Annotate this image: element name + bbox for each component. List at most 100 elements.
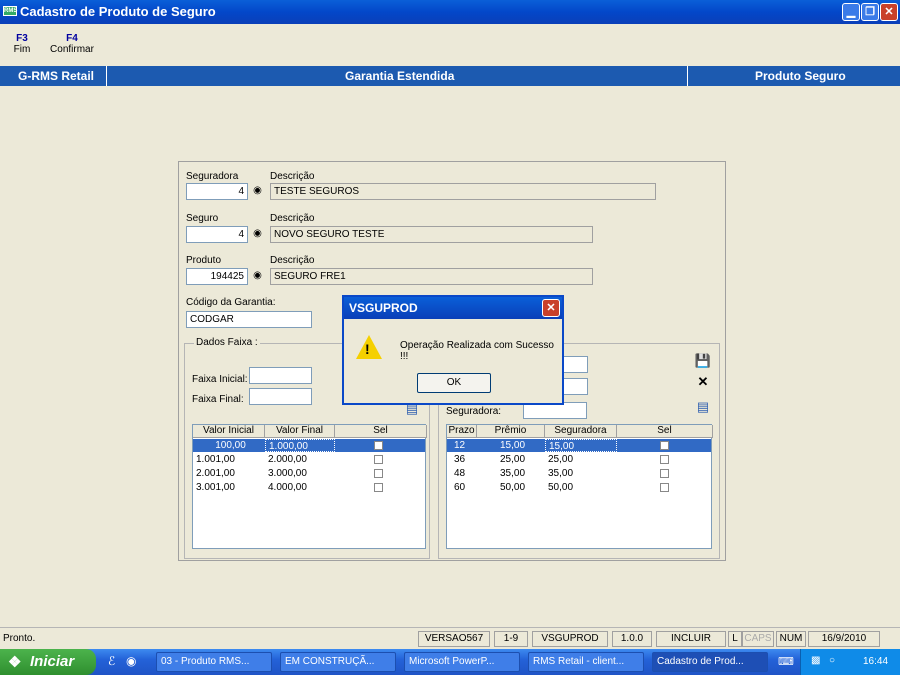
keyboard-icon[interactable]: ⌨ [778, 655, 794, 668]
premio-cell: 35,00 [500, 468, 526, 479]
close-button[interactable]: ✕ [880, 3, 898, 21]
ie-icon[interactable]: ℰ [108, 654, 115, 668]
seguro-label: Seguro [186, 213, 219, 224]
sel-checkbox[interactable] [374, 455, 383, 464]
table-row[interactable]: 12 15,00 15,00 [447, 439, 711, 452]
column-header[interactable]: Seguradora [545, 425, 617, 438]
column-header[interactable]: Sel [335, 425, 427, 438]
tray-antivirus-icon[interactable]: ○ [829, 655, 835, 666]
sel-checkbox[interactable] [374, 469, 383, 478]
ok-button[interactable]: OK [417, 373, 491, 393]
produto-input[interactable]: 194425 [186, 268, 248, 285]
dialog-message: Operação Realizada com Sucesso !!! [400, 340, 554, 362]
sel-checkbox[interactable] [374, 483, 383, 492]
codigo-garantia-label: Código da Garantia: [186, 297, 276, 308]
title-bar: RMS Cadastro de Produto de Seguro ▁ ❐ ✕ [0, 0, 900, 24]
sel-checkbox[interactable] [660, 455, 669, 464]
status-program: VSGUPROD [532, 631, 608, 647]
new-document-icon[interactable]: ▤ [694, 398, 712, 416]
faixa-grid: Valor Inicial Valor Final Sel 100,00 1.0… [192, 424, 427, 549]
seguradora-cell: 50,00 [548, 482, 574, 493]
app-icon: RMS [3, 6, 18, 16]
seguradora-desc-label: Descrição [270, 171, 315, 182]
prazo-cell: 60 [454, 482, 466, 493]
confirmar-button[interactable]: F4 Confirmar [49, 33, 95, 55]
table-row[interactable]: 1.001,00 2.000,00 [193, 453, 425, 466]
tray-network-icon[interactable]: ▩ [811, 655, 820, 666]
start-label: Iniciar [30, 653, 75, 670]
band-divider [687, 66, 688, 86]
confirmar-label: Confirmar [50, 44, 94, 55]
system-tray: ▩ ○ 16:44 [800, 649, 900, 675]
seguro-input[interactable]: 4 [186, 226, 248, 243]
produto-desc-field: SEGURO FRE1 [270, 268, 593, 285]
taskbar-item-word-2[interactable]: EM CONSTRUÇÃ... [280, 652, 396, 672]
premio-cell: 50,00 [500, 482, 526, 493]
window-title: Cadastro de Produto de Seguro [20, 4, 216, 19]
search-binoculars-icon[interactable]: ◉ [250, 269, 265, 284]
status-bar: Pronto. VERSAO567 1-9 VSGUPROD 1.0.0 INC… [0, 627, 900, 648]
taskbar-item-cadastro[interactable]: Cadastro de Prod... [652, 652, 768, 672]
table-row[interactable]: 3.001,00 4.000,00 [193, 481, 425, 494]
faixa-final-input[interactable] [249, 388, 312, 405]
sel-checkbox[interactable] [660, 441, 669, 450]
sel-checkbox[interactable] [660, 469, 669, 478]
status-caps: CAPS [742, 631, 774, 647]
search-binoculars-icon[interactable]: ◉ [250, 184, 265, 199]
status-num: NUM [776, 631, 806, 647]
taskbar-item-rms-client[interactable]: RMS Retail - client... [528, 652, 644, 672]
dados-faixa-title: Dados Faixa : [194, 337, 260, 348]
sel-checkbox[interactable] [374, 441, 383, 450]
table-row[interactable]: 48 35,00 35,00 [447, 467, 711, 480]
valor-final-cell: 4.000,00 [268, 482, 307, 493]
band-divider [106, 66, 107, 86]
status-l: L [728, 631, 742, 647]
valor-inicial-cell: 3.001,00 [196, 482, 235, 493]
table-row[interactable]: 100,00 1.000,00 [193, 439, 425, 452]
fim-button[interactable]: F3 Fim [10, 33, 34, 55]
prazo-input[interactable] [562, 356, 588, 373]
valor-inicial-cell: 2.001,00 [196, 468, 235, 479]
faixa-final-label: Faixa Final: [192, 394, 244, 405]
desktop-icon[interactable]: ◉ [126, 654, 136, 668]
status-date: 16/9/2010 [808, 631, 880, 647]
codigo-garantia-input[interactable]: CODGAR [186, 311, 312, 328]
seguro-desc-field: NOVO SEGURO TESTE [270, 226, 593, 243]
premio-input[interactable] [562, 378, 588, 395]
save-disk-icon[interactable]: 💾 [694, 352, 712, 370]
band-left-label: G-RMS Retail [18, 69, 95, 83]
table-row[interactable]: 36 25,00 25,00 [447, 453, 711, 466]
taskbar-item-word-1[interactable]: 03 - Produto RMS... [156, 652, 272, 672]
prazo-grid: Prazo Prêmio Seguradora Sel 12 15,00 15,… [446, 424, 713, 549]
seguradora-cell: 25,00 [548, 454, 574, 465]
faixa-inicial-label: Faixa Inicial: [192, 374, 248, 385]
minimize-button[interactable]: ▁ [842, 3, 860, 21]
sel-checkbox[interactable] [660, 483, 669, 492]
column-header[interactable]: Prazo [447, 425, 477, 438]
produto-desc-label: Descrição [270, 255, 315, 266]
taskbar-item-powerpoint[interactable]: Microsoft PowerP... [404, 652, 520, 672]
table-row[interactable]: 60 50,00 50,00 [447, 481, 711, 494]
seguradora-desc-field: TESTE SEGUROS [270, 183, 656, 200]
status-text: Pronto. [3, 633, 36, 644]
column-header[interactable]: Valor Final [265, 425, 335, 438]
maximize-button[interactable]: ❐ [861, 3, 879, 21]
message-dialog: VSGUPROD ✕ ! Operação Realizada com Suce… [342, 295, 564, 405]
valor-inicial-cell: 1.001,00 [196, 454, 235, 465]
column-header[interactable]: Valor Inicial [193, 425, 265, 438]
windows-flag-icon: ❖ [8, 654, 22, 671]
seguradora-input[interactable]: 4 [186, 183, 248, 200]
seguradora-label: Seguradora [186, 171, 239, 182]
dialog-close-button[interactable]: ✕ [542, 299, 560, 317]
valor-inicial-cell: 100,00 [215, 440, 246, 451]
column-header[interactable]: Prêmio [477, 425, 545, 438]
start-button[interactable]: ❖ Iniciar [0, 649, 96, 675]
faixa-inicial-input[interactable] [249, 367, 312, 384]
column-header[interactable]: Sel [617, 425, 713, 438]
search-binoculars-icon[interactable]: ◉ [250, 227, 265, 242]
prazo-cell: 48 [454, 468, 466, 479]
status-mode: INCLUIR [656, 631, 726, 647]
delete-x-icon[interactable]: ✕ [694, 373, 712, 391]
table-row[interactable]: 2.001,00 3.000,00 [193, 467, 425, 480]
f4-key-label: F4 [66, 33, 78, 44]
